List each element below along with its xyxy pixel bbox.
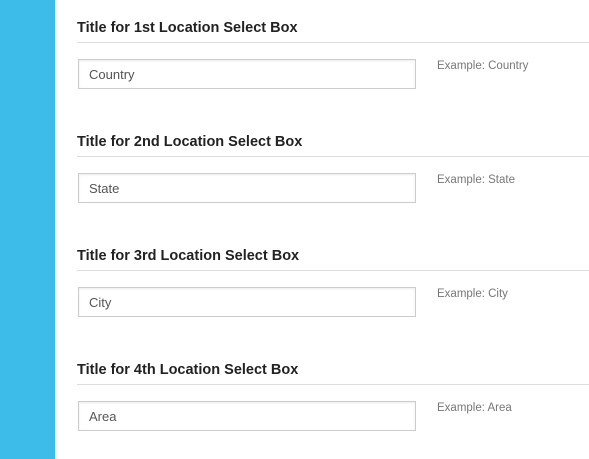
section-divider [77,384,589,385]
section-title: Title for 4th Location Select Box [77,362,299,378]
section-title: Title for 1st Location Select Box [77,20,298,36]
field-hint: Example: State [437,174,515,186]
sidebar [0,0,55,459]
section-title: Title for 2nd Location Select Box [77,134,303,150]
field-hint: Example: Area [437,402,512,414]
field-hint: Example: Country [437,60,529,72]
section-divider [77,42,589,43]
location-title-input-3[interactable] [78,287,416,317]
location-title-input-1[interactable] [78,59,416,89]
section-divider [77,156,589,157]
field-hint: Example: City [437,288,508,300]
location-title-input-2[interactable] [78,173,416,203]
section-divider [77,270,589,271]
section-title: Title for 3rd Location Select Box [77,248,300,264]
settings-content: Title for 1st Location Select Box Exampl… [55,0,589,459]
location-title-input-4[interactable] [78,401,416,431]
